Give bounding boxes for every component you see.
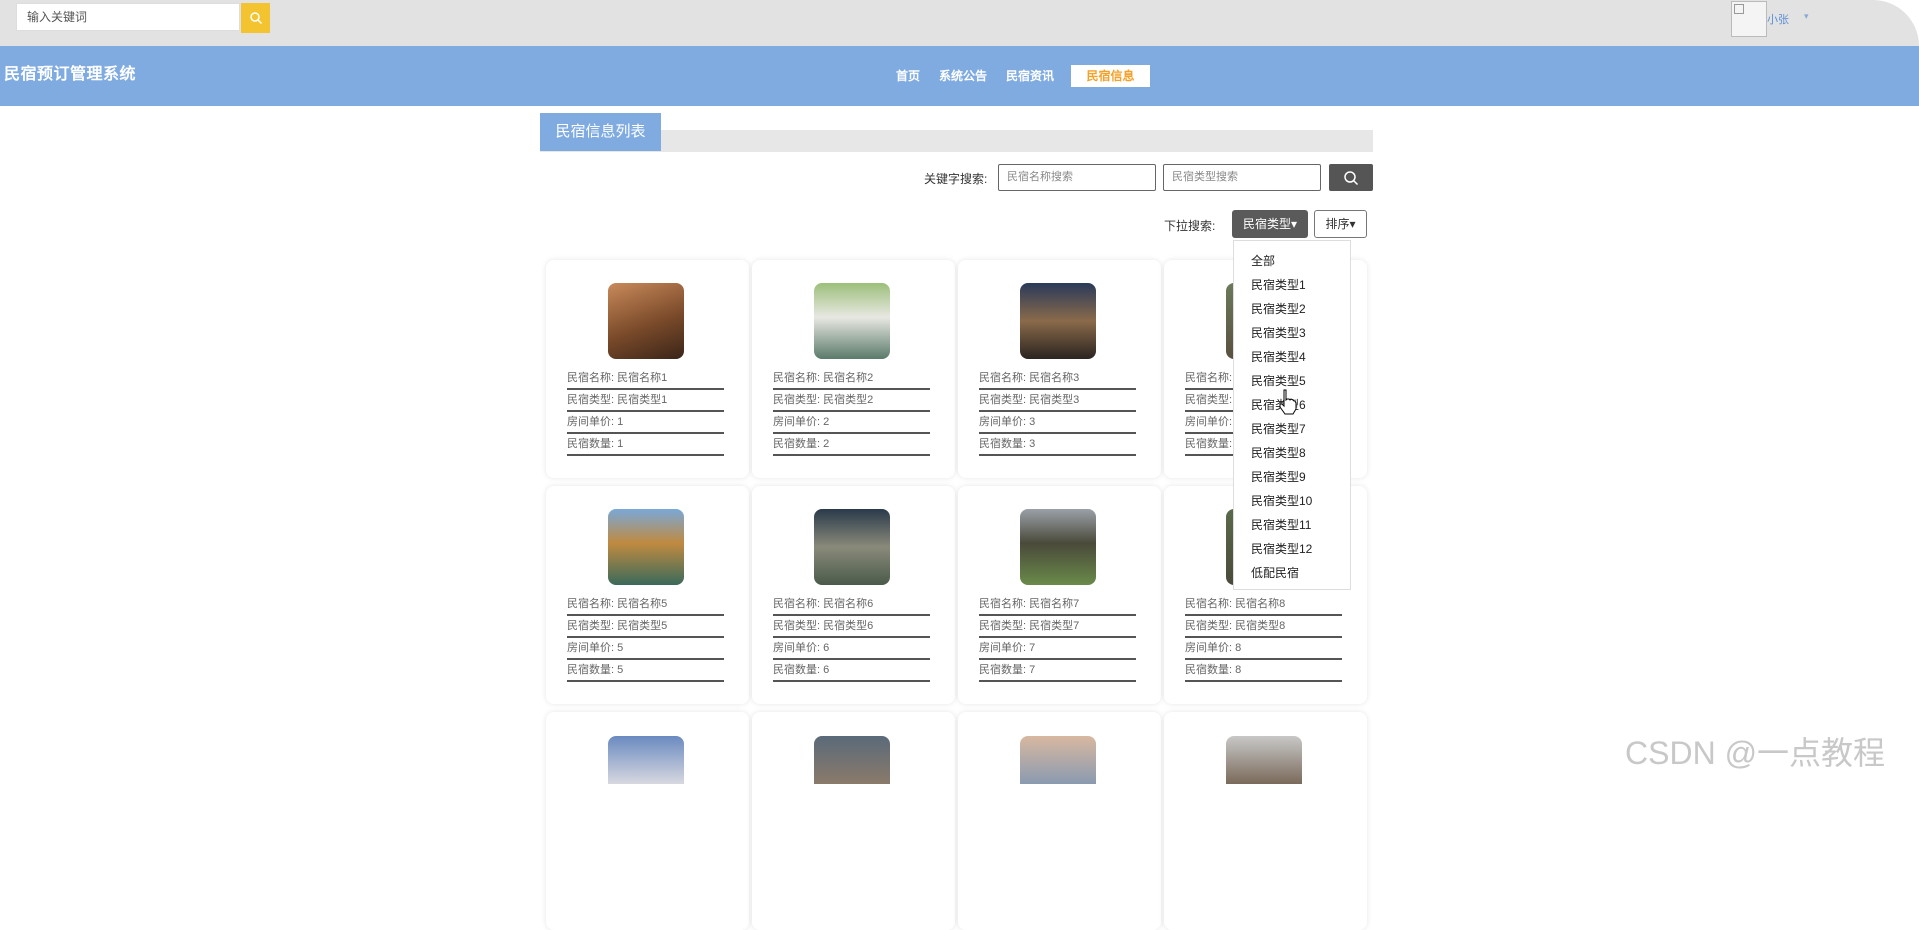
homestay-card[interactable]: 民宿名称: 民宿名称5 民宿类型: 民宿类型5 房间单价: 5 民宿数量: 5 [546,486,749,704]
keyword-search-label: 关键字搜索: [924,172,988,186]
menu-item-type3[interactable]: 民宿类型3 [1251,324,1306,341]
homestay-card[interactable] [958,712,1161,930]
homestay-thumbnail[interactable] [608,283,684,359]
homestay-type-menu: 全部 民宿类型1 民宿类型2 民宿类型3 民宿类型4 民宿类型5 民宿类型6 民… [1233,240,1351,590]
homestay-name: 民宿名称: 民宿名称8 [1185,595,1342,616]
homestay-thumbnail[interactable] [1020,509,1096,585]
homestay-card[interactable]: 民宿名称: 民宿名称6 民宿类型: 民宿类型6 房间单价: 6 民宿数量: 6 [752,486,955,704]
top-bar: 输入关键词 小张 ▾ [0,0,1919,46]
search-button[interactable] [241,3,270,33]
room-price: 房间单价: 2 [773,413,930,434]
homestay-name: 民宿名称: 民宿名称5 [567,595,724,616]
homestay-thumbnail[interactable] [814,736,890,784]
chevron-down-icon[interactable]: ▾ [1804,11,1809,22]
homestay-thumbnail[interactable] [1020,283,1096,359]
homestay-type-dropdown-button[interactable]: 民宿类型▾ [1232,210,1308,238]
menu-item-type5[interactable]: 民宿类型5 [1251,372,1306,389]
homestay-name: 民宿名称: 民宿名称2 [773,369,930,390]
navbar: 民宿预订管理系统 首页 系统公告 民宿资讯 民宿信息 [0,46,1919,106]
homestay-card[interactable]: 民宿名称: 民宿名称1 民宿类型: 民宿类型1 房间单价: 1 民宿数量: 1 [546,260,749,478]
homestay-count: 民宿数量: 7 [979,661,1136,682]
nav-item-homestay-info[interactable]: 民宿信息 [1071,65,1150,87]
homestay-card[interactable] [546,712,749,930]
homestay-name: 民宿名称: 民宿名称6 [773,595,930,616]
menu-item-low-end[interactable]: 低配民宿 [1251,564,1299,581]
room-price: 房间单价: 3 [979,413,1136,434]
menu-item-type12[interactable]: 民宿类型12 [1251,540,1312,557]
homestay-count: 民宿数量: 8 [1185,661,1342,682]
hand-pointer-icon [1279,389,1297,415]
homestay-count: 民宿数量: 3 [979,435,1136,456]
menu-item-type7[interactable]: 民宿类型7 [1251,420,1306,437]
homestay-name: 民宿名称: 民宿名称1 [567,369,724,390]
homestay-count: 民宿数量: 2 [773,435,930,456]
homestay-count: 民宿数量: 1 [567,435,724,456]
homestay-thumbnail[interactable] [1020,736,1096,784]
menu-item-type2[interactable]: 民宿类型2 [1251,300,1306,317]
homestay-thumbnail[interactable] [1226,736,1302,784]
homestay-thumbnail[interactable] [814,283,890,359]
name-search-input[interactable]: 民宿名称搜索 [998,164,1156,191]
section-title: 民宿信息列表 [540,113,661,151]
menu-item-type9[interactable]: 民宿类型9 [1251,468,1306,485]
homestay-type: 民宿类型: 民宿类型6 [773,617,930,638]
room-price: 房间单价: 5 [567,639,724,660]
homestay-name: 民宿名称: 民宿名称7 [979,595,1136,616]
homestay-count: 民宿数量: 6 [773,661,930,682]
homestay-card[interactable] [1164,712,1367,930]
room-price: 房间单价: 1 [567,413,724,434]
avatar[interactable] [1731,1,1767,37]
menu-item-type10[interactable]: 民宿类型10 [1251,492,1312,509]
dropdown-search-label: 下拉搜索: [1164,219,1216,233]
sort-dropdown-button[interactable]: 排序▾ [1314,210,1367,238]
homestay-card[interactable] [752,712,955,930]
homestay-name: 民宿名称: 民宿名称3 [979,369,1136,390]
homestay-type: 民宿类型: 民宿类型2 [773,391,930,412]
homestay-card[interactable]: 民宿名称: 民宿名称7 民宿类型: 民宿类型7 房间单价: 7 民宿数量: 7 [958,486,1161,704]
homestay-thumbnail[interactable] [608,509,684,585]
menu-item-all[interactable]: 全部 [1251,252,1275,269]
room-price: 房间单价: 7 [979,639,1136,660]
homestay-type: 民宿类型: 民宿类型7 [979,617,1136,638]
homestay-thumbnail[interactable] [814,509,890,585]
username[interactable]: 小张 [1767,11,1789,27]
menu-item-type1[interactable]: 民宿类型1 [1251,276,1306,293]
menu-item-type8[interactable]: 民宿类型8 [1251,444,1306,461]
menu-item-type4[interactable]: 民宿类型4 [1251,348,1306,365]
homestay-type: 民宿类型: 民宿类型5 [567,617,724,638]
nav-item-news[interactable]: 民宿资讯 [1006,67,1054,84]
search-icon [1344,170,1359,185]
search-submit-button[interactable] [1329,164,1373,191]
watermark: CSDN @一点教程 [1625,735,1886,771]
room-price: 房间单价: 8 [1185,639,1342,660]
type-search-input[interactable]: 民宿类型搜索 [1163,164,1321,191]
homestay-card[interactable]: 民宿名称: 民宿名称3 民宿类型: 民宿类型3 房间单价: 3 民宿数量: 3 [958,260,1161,478]
homestay-thumbnail[interactable] [608,736,684,784]
search-icon [249,12,262,25]
nav-item-announcements[interactable]: 系统公告 [939,67,987,84]
site-brand[interactable]: 民宿预订管理系统 [4,60,136,84]
section-title-bar [540,130,1373,152]
nav-item-home[interactable]: 首页 [896,67,920,84]
homestay-count: 民宿数量: 5 [567,661,724,682]
menu-item-type11[interactable]: 民宿类型11 [1251,516,1311,533]
room-price: 房间单价: 6 [773,639,930,660]
homestay-card[interactable]: 民宿名称: 民宿名称2 民宿类型: 民宿类型2 房间单价: 2 民宿数量: 2 [752,260,955,478]
homestay-type: 民宿类型: 民宿类型3 [979,391,1136,412]
homestay-type: 民宿类型: 民宿类型1 [567,391,724,412]
keyword-search-input[interactable]: 输入关键词 [16,3,240,31]
homestay-type: 民宿类型: 民宿类型8 [1185,617,1342,638]
